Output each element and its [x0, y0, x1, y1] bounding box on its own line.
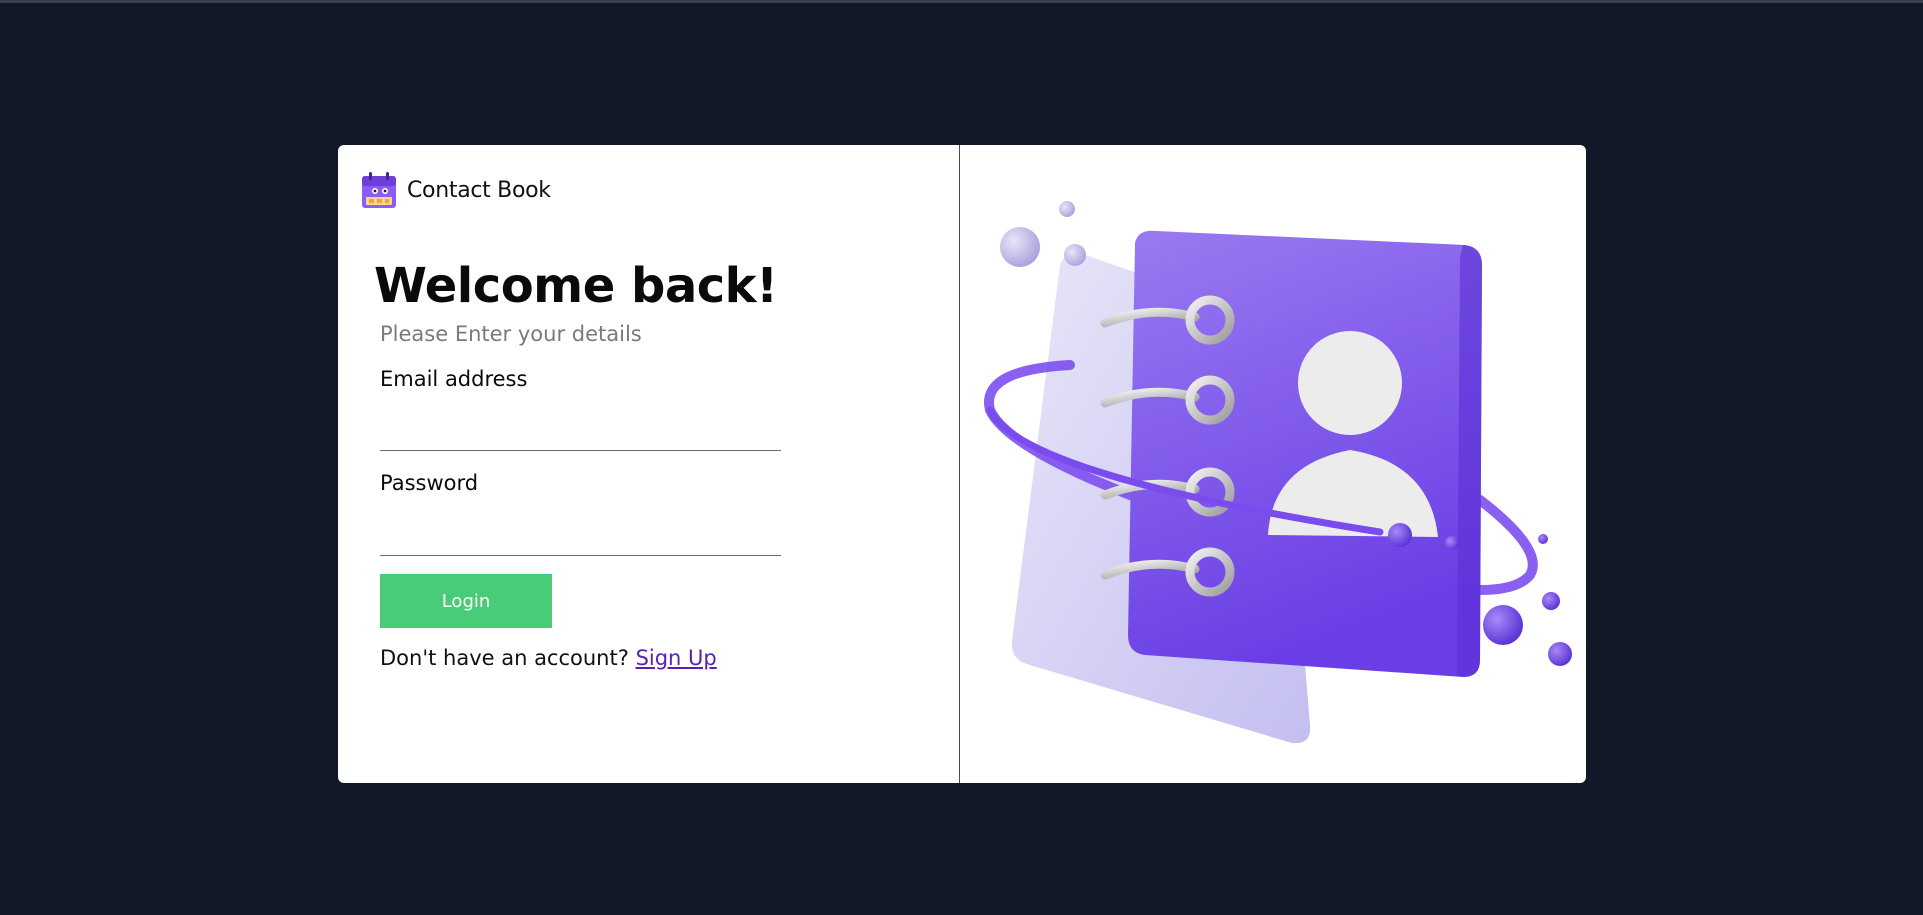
login-button[interactable]: Login [380, 574, 552, 628]
signup-link[interactable]: Sign Up [636, 646, 717, 670]
brand-name: Contact Book [407, 177, 551, 203]
password-label: Password [380, 471, 479, 495]
email-field[interactable] [380, 415, 781, 451]
contact-book-illustration [984, 201, 1572, 744]
signup-prompt-line: Don't have an account? Sign Up [380, 646, 717, 670]
page-subtitle: Please Enter your details [380, 322, 642, 346]
password-field[interactable] [380, 520, 781, 556]
email-label: Email address [380, 367, 528, 391]
login-card: Contact Book Welcome back! Please Enter … [338, 145, 1586, 783]
brand-header: Contact Book [360, 170, 551, 210]
calendar-book-icon [362, 172, 396, 208]
page-title: Welcome back! [374, 258, 778, 314]
illustration-pane [960, 145, 1586, 783]
signup-prompt: Don't have an account? [380, 646, 629, 670]
page-background: Contact Book Welcome back! Please Enter … [0, 0, 1923, 915]
login-pane: Contact Book Welcome back! Please Enter … [338, 145, 960, 783]
